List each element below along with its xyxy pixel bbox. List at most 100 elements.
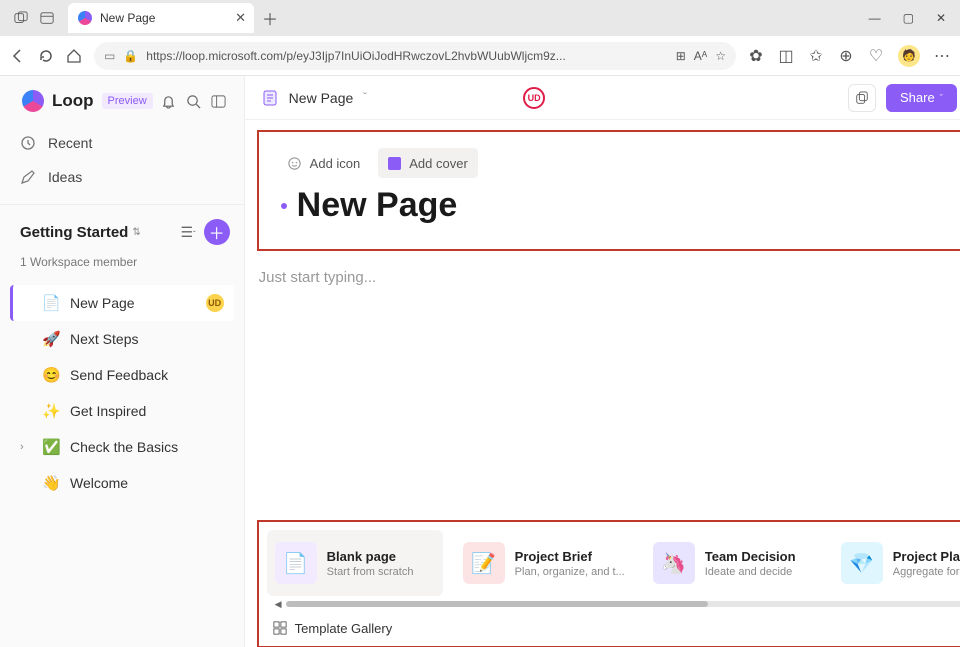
sidebar-page-item[interactable]: › ✅ Check the Basics xyxy=(10,429,234,465)
back-button[interactable] xyxy=(10,48,26,64)
chevron-down-icon[interactable]: ˇ xyxy=(363,92,366,103)
template-subtitle: Ideate and decide xyxy=(705,566,796,578)
sort-icon[interactable]: ☰ˇ xyxy=(180,224,195,241)
page-label: Send Feedback xyxy=(70,367,224,383)
template-icon: 📝 xyxy=(463,542,505,584)
editor-placeholder[interactable]: Just start typing... xyxy=(255,269,960,286)
hero-annotation-box: Add icon Add cover New Page xyxy=(257,130,960,251)
new-tab-button[interactable]: ＋ xyxy=(262,6,278,30)
page-emoji-icon: ✨ xyxy=(42,402,60,420)
template-card[interactable]: 📝 Project Brief Plan, organize, and t... xyxy=(455,530,633,596)
page-icon xyxy=(261,89,279,107)
sidebar-page-item[interactable]: 👋 Welcome xyxy=(10,465,234,501)
maximize-button[interactable]: ▢ xyxy=(903,11,914,25)
share-button[interactable]: Shareˇ xyxy=(886,84,957,112)
workspaces-icon[interactable] xyxy=(40,11,54,25)
scroll-left-icon[interactable]: ◀ xyxy=(275,599,282,610)
template-title: Team Decision xyxy=(705,549,796,564)
loop-logo-icon xyxy=(22,90,44,112)
page-label: Check the Basics xyxy=(70,439,224,455)
scroll-thumb[interactable] xyxy=(286,601,709,607)
sidebar-item-recent[interactable]: Recent xyxy=(20,126,234,160)
reader-icon[interactable]: Aᴬ xyxy=(694,49,707,63)
template-icon: 🦄 xyxy=(653,542,695,584)
sidebar-item-ideas[interactable]: Ideas xyxy=(20,160,234,194)
page-emoji-icon: 👋 xyxy=(42,474,60,492)
search-icon[interactable] xyxy=(186,94,201,109)
translate-icon[interactable]: ⊞ xyxy=(676,49,686,63)
preview-badge: Preview xyxy=(102,93,153,109)
template-card[interactable]: 💎Project PlanninAggregate for un xyxy=(833,530,960,596)
refresh-button[interactable] xyxy=(38,48,54,64)
window-controls: ― ▢ ✕ xyxy=(869,11,946,25)
collections-icon[interactable]: ⊕ xyxy=(838,48,854,64)
gallery-scrollbar[interactable]: ◀ ▶ xyxy=(275,600,960,608)
gallery-label[interactable]: Template Gallery xyxy=(295,621,393,636)
browser-tab[interactable]: New Page ✕ xyxy=(68,3,254,33)
page-label: Get Inspired xyxy=(70,403,224,419)
sidebar-page-item[interactable]: 🚀 Next Steps xyxy=(10,321,234,357)
presence-badge[interactable]: UD xyxy=(523,87,545,109)
performance-icon[interactable]: ♡ xyxy=(868,48,884,64)
browser-addressbar: ▭ 🔒 https://loop.microsoft.com/p/eyJ3Ijp… xyxy=(0,36,960,76)
extensions-icon[interactable]: ✿ xyxy=(748,48,764,64)
pen-icon xyxy=(20,169,36,185)
sidebar: Loop Preview Recent Ideas Getting Starte… xyxy=(0,76,245,647)
page-label: New Page xyxy=(70,295,196,311)
minimize-button[interactable]: ― xyxy=(869,11,881,25)
page-label: Welcome xyxy=(70,475,224,491)
page-emoji-icon: ✅ xyxy=(42,438,60,456)
add-icon-button[interactable]: Add icon xyxy=(277,148,371,178)
sidebar-page-item[interactable]: 📄New PageUD xyxy=(10,285,234,321)
chevron-updown-icon[interactable]: ⇅ xyxy=(132,227,140,238)
site-info-icon[interactable]: ▭ xyxy=(104,49,115,63)
page-title[interactable]: New Page xyxy=(297,186,458,225)
cover-icon xyxy=(388,157,401,170)
add-cover-button[interactable]: Add cover xyxy=(378,148,478,178)
page-emoji-icon: 🚀 xyxy=(42,330,60,348)
sidebar-item-label: Recent xyxy=(48,135,92,151)
copy-component-button[interactable] xyxy=(848,84,876,112)
tab-actions-icon[interactable] xyxy=(14,11,28,25)
notifications-icon[interactable] xyxy=(161,94,176,109)
template-card[interactable]: 📄Blank pageStart from scratch xyxy=(267,530,443,596)
clock-icon xyxy=(20,135,36,151)
url-text: https://loop.microsoft.com/p/eyJ3Ijp7InU… xyxy=(146,49,667,63)
page-emoji-icon: 😊 xyxy=(42,366,60,384)
split-icon[interactable]: ◫ xyxy=(778,48,794,64)
template-title: Project Plannin xyxy=(893,549,960,564)
close-window-button[interactable]: ✕ xyxy=(936,11,946,25)
template-card[interactable]: 🦄 Team Decision Ideate and decide xyxy=(645,530,821,596)
tab-title: New Page xyxy=(100,11,227,25)
breadcrumb[interactable]: New Page xyxy=(289,90,354,106)
favorite-icon[interactable]: ☆ xyxy=(715,49,726,63)
template-gallery-icon xyxy=(273,621,287,635)
sidebar-page-item[interactable]: ✨ Get Inspired xyxy=(10,393,234,429)
favorites-bar-icon[interactable]: ✩ xyxy=(808,48,824,64)
chevron-right-icon[interactable]: › xyxy=(20,441,32,453)
sidebar-page-item[interactable]: 😊 Send Feedback xyxy=(10,357,234,393)
presence-badge: UD xyxy=(206,294,224,312)
browser-titlebar: New Page ✕ ＋ ― ▢ ✕ xyxy=(0,0,960,36)
template-subtitle: Aggregate for un xyxy=(893,566,960,578)
app-header: New Page ˇ UD Shareˇ ⋯ xyxy=(245,76,960,120)
loop-favicon-icon xyxy=(78,11,92,25)
more-menu-icon[interactable]: ⋯ xyxy=(934,48,950,64)
gallery-annotation-box: 📄Blank pageStart from scratch 📝 Project Br… xyxy=(257,520,960,647)
page-label: Next Steps xyxy=(70,331,224,347)
emoji-icon xyxy=(287,156,302,171)
template-icon: 📄 xyxy=(275,542,317,584)
template-subtitle: Start from scratch xyxy=(327,566,414,578)
add-page-button[interactable]: ＋ xyxy=(204,219,230,245)
sidebar-toggle-icon[interactable] xyxy=(211,94,226,109)
url-field[interactable]: ▭ 🔒 https://loop.microsoft.com/p/eyJ3Ijp… xyxy=(94,42,736,70)
template-subtitle: Plan, organize, and t... xyxy=(515,566,625,578)
home-button[interactable] xyxy=(66,48,82,64)
template-title: Project Brief xyxy=(515,549,625,564)
brand-name: Loop xyxy=(52,91,94,111)
sidebar-item-label: Ideas xyxy=(48,169,82,185)
workspace-meta: 1 Workspace member xyxy=(0,255,244,281)
profile-avatar[interactable]: 🧑 xyxy=(898,45,920,67)
workspace-title[interactable]: Getting Started xyxy=(20,224,128,241)
close-tab-icon[interactable]: ✕ xyxy=(235,10,246,26)
